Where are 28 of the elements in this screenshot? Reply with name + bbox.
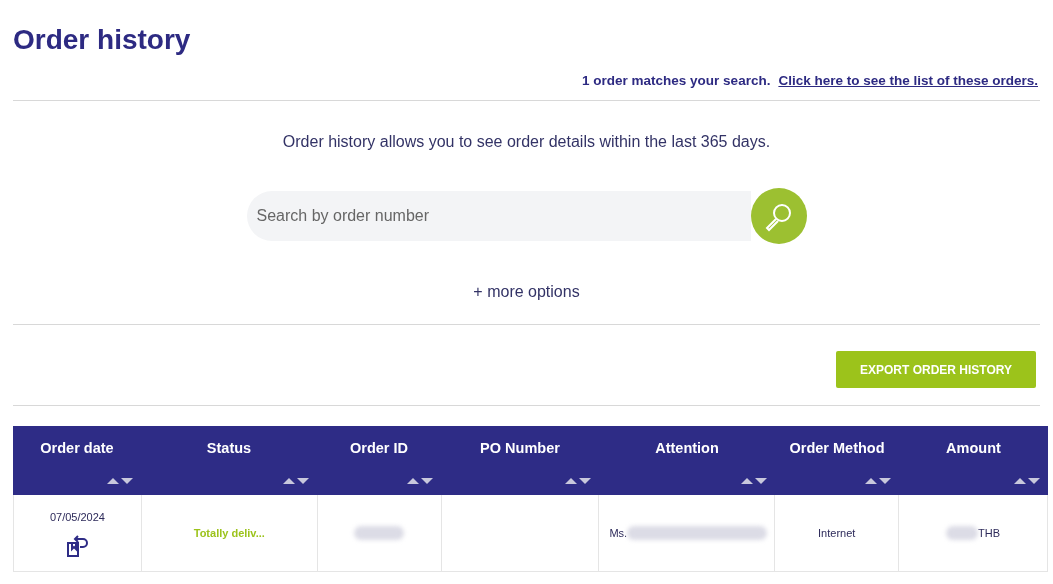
intro-text: Order history allows you to see order details within the last 365 days. bbox=[281, 132, 772, 153]
table-cell-text: Ms. bbox=[609, 526, 628, 541]
more-options-link[interactable]: + more options bbox=[473, 280, 580, 305]
sort-arrows-icon[interactable] bbox=[1014, 477, 1040, 486]
orders-list-link[interactable]: Click here to see the list of these orders. bbox=[778, 71, 1038, 92]
column-header: Order ID bbox=[350, 439, 408, 459]
search-field[interactable]: Search by order number bbox=[246, 191, 751, 242]
sort-arrows-icon[interactable] bbox=[283, 477, 309, 486]
sort-arrows-icon[interactable] bbox=[865, 477, 891, 486]
table-cell-text: 07/05/2024 bbox=[49, 510, 105, 525]
blurred-text bbox=[354, 526, 405, 541]
column-header: Order Method bbox=[789, 439, 885, 459]
sort-arrows-icon[interactable] bbox=[107, 477, 133, 486]
column-header: Amount bbox=[946, 439, 1001, 459]
column-header: Status bbox=[206, 439, 252, 459]
table-cell-text: Internet bbox=[818, 526, 856, 541]
page-title: Order history bbox=[13, 23, 192, 57]
blurred-text bbox=[946, 526, 979, 541]
table-cell-text: THB bbox=[978, 526, 1001, 541]
sort-arrows-icon[interactable] bbox=[741, 477, 767, 486]
column-header: Attention bbox=[655, 439, 719, 459]
column-header: Order date bbox=[40, 439, 114, 459]
match-count-text: 1 order matches your search. bbox=[582, 72, 771, 90]
status-text: Totally deliv... bbox=[193, 526, 265, 541]
sort-arrows-icon[interactable] bbox=[565, 477, 591, 486]
column-header: PO Number bbox=[480, 439, 560, 459]
reorder-icon[interactable] bbox=[65, 533, 90, 558]
sort-arrows-icon[interactable] bbox=[407, 477, 433, 486]
